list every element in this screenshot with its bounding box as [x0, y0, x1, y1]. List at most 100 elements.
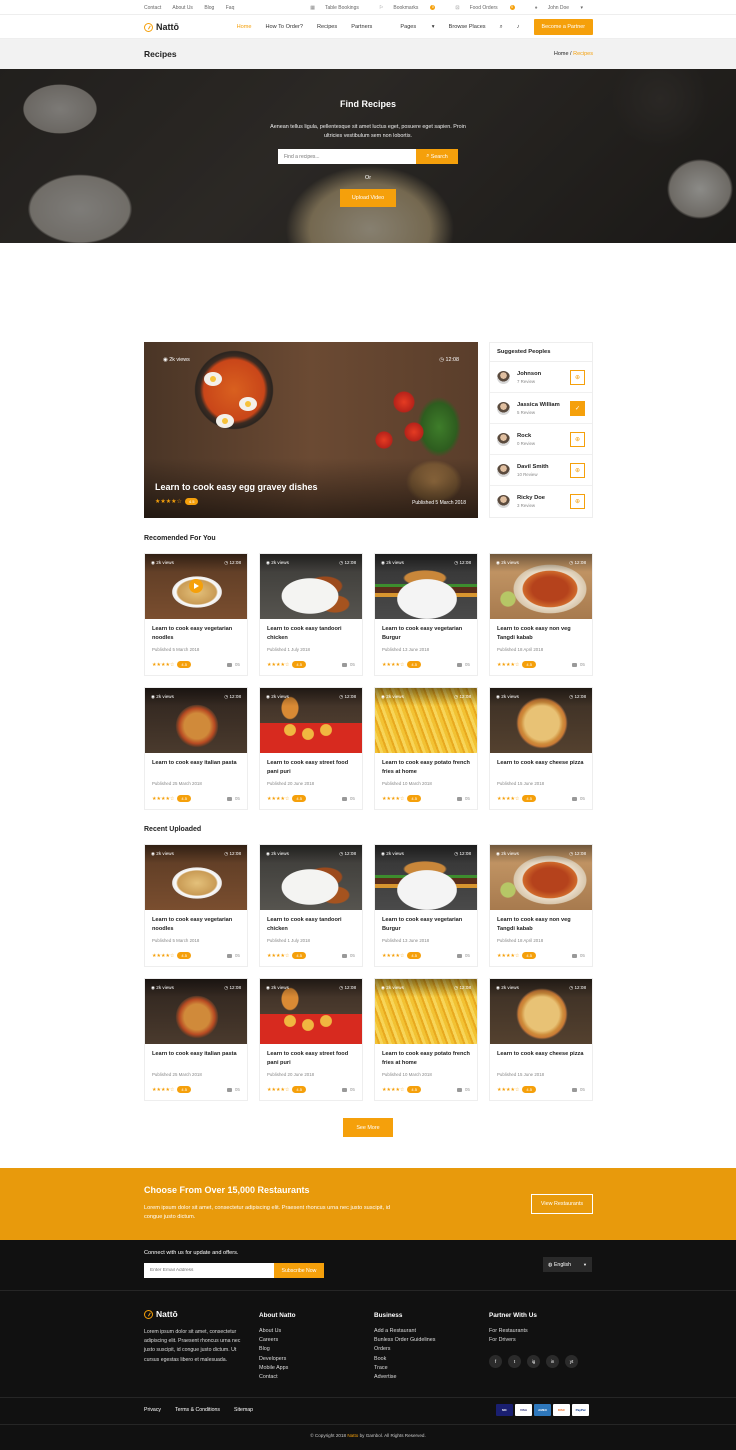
comment-count[interactable]: 05	[456, 1087, 470, 1092]
comment-count[interactable]: 05	[571, 662, 585, 667]
recipe-card[interactable]: ◉ 2k views ◷ 12:08 Learn to cook easy non …	[489, 844, 593, 967]
recipe-title[interactable]: Learn to cook easy tandoori chicken	[260, 910, 362, 937]
recipe-title[interactable]: Learn to cook easy italian pasta	[145, 1044, 247, 1071]
twitter-icon[interactable]: t	[508, 1355, 521, 1368]
comment-count[interactable]: 05	[341, 796, 355, 801]
notification-bell-icon[interactable]: ♪	[517, 24, 520, 30]
recipe-image[interactable]: ◉ 2k views ◷ 12:08	[490, 554, 592, 619]
footer-link[interactable]: For Restaurants	[489, 1327, 537, 1336]
nav-item-pages[interactable]: Pages ▾	[386, 24, 434, 30]
recipe-image[interactable]: ◉ 2k views ◷ 12:08	[375, 554, 477, 619]
footer-link[interactable]: Orders	[374, 1345, 435, 1354]
recipe-card[interactable]: ◉ 2k views ◷ 12:08 Learn to cook easy vege…	[144, 844, 248, 967]
upload-video-button[interactable]: Upload Video	[339, 189, 397, 207]
recipe-card[interactable]: ◉ 2k views ◷ 12:08 Learn to cook easy pota…	[374, 687, 478, 810]
recipe-image[interactable]: ◉ 2k views ◷ 12:08	[145, 979, 247, 1044]
top-link-about[interactable]: About Us	[172, 5, 193, 11]
nav-item-how-to-order[interactable]: How To Order?	[265, 24, 303, 30]
footer-link[interactable]: Advertise	[374, 1373, 435, 1382]
facebook-icon[interactable]: f	[489, 1355, 502, 1368]
footer-link[interactable]: For Drivers	[489, 1336, 537, 1345]
comment-count[interactable]: 05	[571, 796, 585, 801]
recipe-title[interactable]: Learn to cook easy cheese pizza	[490, 1044, 592, 1071]
recipe-image[interactable]: ◉ 2k views ◷ 12:08	[145, 554, 247, 619]
instagram-icon[interactable]: ig	[527, 1355, 540, 1368]
footer-link[interactable]: Blog	[259, 1345, 296, 1354]
following-button[interactable]: ✓	[570, 400, 585, 416]
language-select[interactable]: ◍ English ▼	[543, 1257, 592, 1272]
nav-item-browse-places[interactable]: Browse Places	[449, 24, 486, 30]
subscribe-button[interactable]: Subscribe Now	[274, 1263, 324, 1278]
recipe-title[interactable]: Learn to cook easy street food pani puri	[260, 753, 362, 780]
footer-link[interactable]: About Us	[259, 1327, 296, 1336]
recipe-image[interactable]: ◉ 2k views ◷ 12:08	[375, 688, 477, 753]
recipe-title[interactable]: Learn to cook easy vegetarian Burgur	[375, 910, 477, 937]
view-restaurants-button[interactable]: View Restaurants	[531, 1194, 593, 1214]
top-link-blog[interactable]: Blog	[204, 5, 214, 11]
follow-button[interactable]: ⊕	[570, 494, 585, 509]
recipe-image[interactable]: ◉ 2k views ◷ 12:08	[260, 688, 362, 753]
nav-item-home[interactable]: Home	[237, 24, 252, 30]
breadcrumb-home[interactable]: Home	[554, 51, 569, 57]
recipe-card[interactable]: ◉ 2k views ◷ 12:08 Learn to cook easy vege…	[374, 553, 478, 676]
recipe-image[interactable]: ◉ 2k views ◷ 12:08	[145, 688, 247, 753]
play-icon[interactable]	[189, 579, 203, 593]
avatar[interactable]	[497, 401, 510, 415]
footer-logo[interactable]: Nattō	[144, 1309, 178, 1319]
comment-count[interactable]: 05	[226, 796, 240, 801]
sitemap-link[interactable]: Sitemap	[234, 1407, 253, 1413]
recipe-title[interactable]: Learn to cook easy vegetarian Burgur	[375, 619, 477, 646]
recipe-card[interactable]: ◉ 2k views ◷ 12:08 Learn to cook easy stre…	[259, 978, 363, 1101]
recipe-search-input[interactable]	[278, 149, 416, 164]
avatar[interactable]	[497, 495, 510, 508]
comment-count[interactable]: 05	[571, 953, 585, 958]
recipe-title[interactable]: Learn to cook easy vegetarian noodles	[145, 619, 247, 646]
top-link-faq[interactable]: Faq	[226, 5, 235, 11]
recipe-image[interactable]: ◉ 2k views ◷ 12:08	[260, 845, 362, 910]
footer-link[interactable]: Trace	[374, 1364, 435, 1373]
recipe-image[interactable]: ◉ 2k views ◷ 12:08	[260, 554, 362, 619]
recipe-card[interactable]: ◉ 2k views ◷ 12:08 Learn to cook easy vege…	[144, 553, 248, 676]
recipe-title[interactable]: Learn to cook easy non veg Tangdi kabab	[490, 910, 592, 937]
footer-link[interactable]: Book	[374, 1355, 435, 1364]
recipe-title[interactable]: Learn to cook easy tandoori chicken	[260, 619, 362, 646]
comment-count[interactable]: 05	[341, 1087, 355, 1092]
follow-button[interactable]: ⊕	[570, 431, 585, 447]
recipe-title[interactable]: Learn to cook easy non veg Tangdi kabab	[490, 619, 592, 646]
terms-link[interactable]: Terms & Conditions	[175, 1407, 220, 1413]
nav-item-recipes[interactable]: Recipes	[317, 24, 337, 30]
recipe-card[interactable]: ◉ 2k views ◷ 12:08 Learn to cook easy pota…	[374, 978, 478, 1101]
recipe-card[interactable]: ◉ 2k views ◷ 12:08 Learn to cook easy chee…	[489, 978, 593, 1101]
avatar[interactable]	[497, 432, 510, 446]
recipe-title[interactable]: Learn to cook easy cheese pizza	[490, 753, 592, 780]
recipe-card[interactable]: ◉ 2k views ◷ 12:08 Learn to cook easy tand…	[259, 553, 363, 676]
table-bookings-link[interactable]: ▦ Table Bookings	[310, 5, 369, 11]
follow-button[interactable]: ⊕	[570, 369, 585, 385]
featured-title[interactable]: Learn to cook easy egg gravey dishes	[155, 482, 318, 492]
become-partner-button[interactable]: Become a Partner	[533, 19, 593, 35]
comment-count[interactable]: 05	[226, 1087, 240, 1092]
see-more-button[interactable]: See More	[343, 1118, 393, 1137]
comment-count[interactable]: 05	[226, 953, 240, 958]
follow-button[interactable]: ⊕	[570, 462, 585, 478]
top-link-contact[interactable]: Contact	[144, 5, 161, 11]
youtube-icon[interactable]: yt	[565, 1355, 578, 1368]
recipe-image[interactable]: ◉ 2k views ◷ 12:08	[490, 979, 592, 1044]
recipe-title[interactable]: Learn to cook easy vegetarian noodles	[145, 910, 247, 937]
comment-count[interactable]: 05	[456, 662, 470, 667]
comment-count[interactable]: 05	[456, 953, 470, 958]
footer-link[interactable]: Developers	[259, 1355, 296, 1364]
linkedin-icon[interactable]: in	[546, 1355, 559, 1368]
recipe-image[interactable]: ◉ 2k views ◷ 12:08	[490, 845, 592, 910]
comment-count[interactable]: 05	[341, 662, 355, 667]
recipe-card[interactable]: ◉ 2k views ◷ 12:08 Learn to cook easy ital…	[144, 978, 248, 1101]
privacy-link[interactable]: Privacy	[144, 1407, 161, 1413]
user-menu[interactable]: ● John Doe ▾	[535, 5, 593, 11]
footer-link[interactable]: Add a Restaurant	[374, 1327, 435, 1336]
recipe-card[interactable]: ◉ 2k views ◷ 12:08 Learn to cook easy chee…	[489, 687, 593, 810]
footer-link[interactable]: Careers	[259, 1336, 296, 1345]
comment-count[interactable]: 05	[456, 796, 470, 801]
recipe-image[interactable]: ◉ 2k views ◷ 12:08	[145, 845, 247, 910]
footer-link[interactable]: Bunless Order Guidelines	[374, 1336, 435, 1345]
recipe-card[interactable]: ◉ 2k views ◷ 12:08 Learn to cook easy ital…	[144, 687, 248, 810]
